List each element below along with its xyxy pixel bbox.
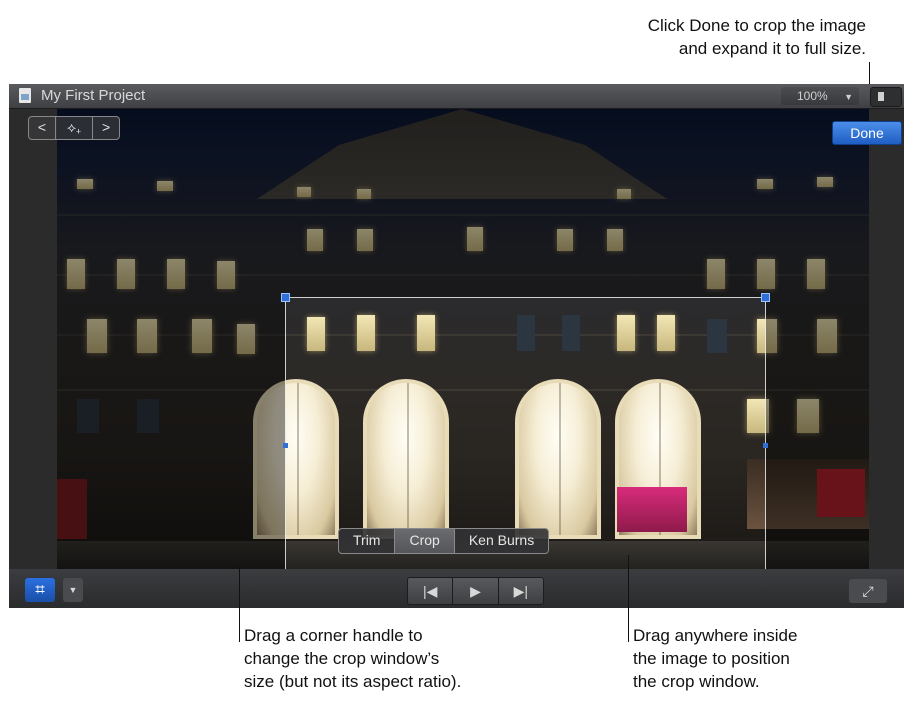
crop-handle-left[interactable]: [283, 443, 288, 448]
skip-forward-icon[interactable]: ▶|: [499, 578, 543, 604]
callout-corner-leader: [239, 566, 240, 642]
window: [117, 259, 135, 289]
callout-corner-line-3: size (but not its aspect ratio).: [244, 672, 462, 691]
window: [357, 229, 373, 251]
window: [817, 177, 833, 187]
facade-ledge: [57, 214, 869, 216]
crop-handle-top-left[interactable]: [281, 293, 290, 302]
callout-drag-line-3: the crop window.: [633, 672, 760, 691]
callout-drag-line-1: Drag anywhere inside: [633, 626, 798, 645]
next-button[interactable]: >: [93, 117, 119, 139]
window: [307, 229, 323, 251]
chevron-down-icon: ▼: [844, 92, 853, 102]
window: [617, 189, 631, 199]
viewer-window: My First Project 100% ▼ < ⟡₊ > Done Trim…: [9, 84, 904, 608]
window: [357, 189, 371, 199]
window: [707, 259, 725, 289]
callout-corner-line-1: Drag a corner handle to: [244, 626, 423, 645]
window: [757, 179, 773, 189]
shop-front: [57, 479, 87, 539]
window: [87, 319, 107, 353]
project-document-icon: [19, 88, 31, 103]
done-button[interactable]: Done: [832, 121, 902, 145]
crop-handle-top-right[interactable]: [761, 293, 770, 302]
skip-back-icon[interactable]: |◀: [408, 578, 454, 604]
window: [192, 319, 212, 353]
fullscreen-icon[interactable]: ⤢: [849, 579, 887, 603]
zoom-popup-menu[interactable]: 100% ▼: [781, 87, 859, 105]
callout-done-line-2: and expand it to full size.: [678, 39, 866, 58]
window: [817, 319, 837, 353]
window: [157, 181, 173, 191]
window: [137, 319, 157, 353]
callout-drag-leader: [628, 555, 629, 642]
window: [807, 259, 825, 289]
viewer-toolbar: ⌗ ▼ |◀ ▶ ▶| ⤢: [9, 569, 904, 608]
crop-handle-right[interactable]: [763, 443, 768, 448]
window: [797, 399, 819, 433]
playback-controls: |◀ ▶ ▶|: [407, 577, 544, 605]
building-roof: [257, 109, 667, 199]
play-icon[interactable]: ▶: [453, 578, 499, 604]
window: [167, 259, 185, 289]
window: [137, 399, 159, 433]
callout-done: Click Done to crop the image and expand …: [648, 14, 866, 60]
window: [467, 227, 483, 251]
callout-corner-line-2: change the crop window’s: [244, 649, 440, 668]
project-title: My First Project: [41, 87, 146, 104]
window: [77, 399, 99, 433]
crop-button[interactable]: Crop: [395, 529, 455, 553]
transform-icon[interactable]: ⟡₊: [56, 117, 94, 139]
shop-sign: [817, 469, 865, 517]
window: [237, 324, 255, 354]
window: [607, 229, 623, 251]
callout-corner-handle: Drag a corner handle to change the crop …: [244, 624, 461, 693]
trim-button[interactable]: Trim: [339, 529, 396, 553]
window: [67, 259, 85, 289]
view-options-button[interactable]: [870, 87, 902, 107]
previous-button[interactable]: <: [29, 117, 56, 139]
viewer-image[interactable]: [57, 109, 869, 569]
window: [217, 261, 235, 289]
window: [557, 229, 573, 251]
window: [297, 187, 311, 197]
crop-icon[interactable]: ⌗: [25, 578, 55, 602]
window: [757, 259, 775, 289]
nav-segmented-control: < ⟡₊ >: [28, 116, 120, 140]
callout-drag-inside: Drag anywhere inside the image to positi…: [633, 624, 797, 693]
chevron-down-icon[interactable]: ▼: [63, 578, 83, 602]
viewer-titlebar: My First Project 100% ▼: [9, 84, 904, 109]
ken-burns-button[interactable]: Ken Burns: [455, 529, 548, 553]
window: [77, 179, 93, 189]
callout-drag-line-2: the image to position: [633, 649, 790, 668]
zoom-value: 100%: [797, 89, 828, 103]
crop-mode-selector: Trim Crop Ken Burns: [338, 528, 550, 554]
callout-done-line-1: Click Done to crop the image: [647, 16, 866, 35]
